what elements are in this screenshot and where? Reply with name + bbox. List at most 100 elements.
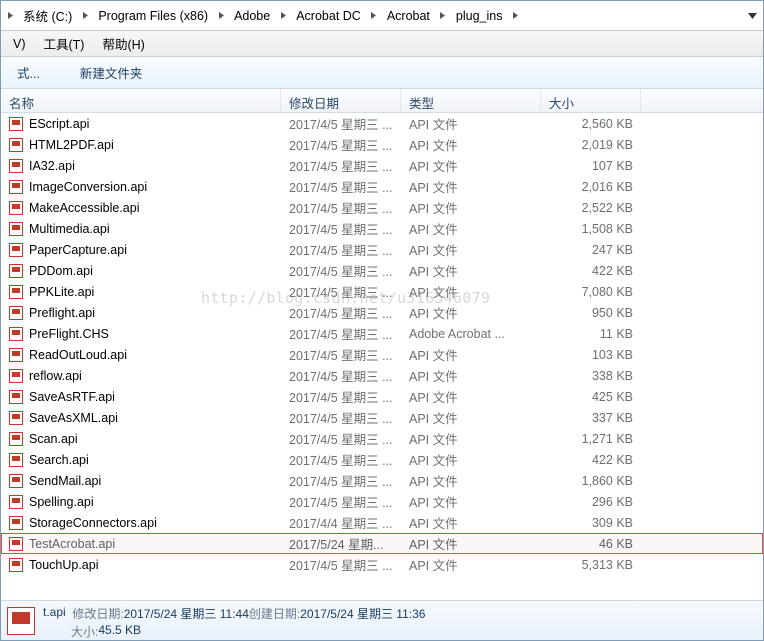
file-icon — [9, 495, 23, 509]
file-name-text: PaperCapture.api — [29, 243, 127, 257]
file-name-cell: TouchUp.api — [1, 556, 281, 574]
breadcrumb-chevron-icon[interactable] — [276, 1, 290, 30]
file-row[interactable]: Spelling.api2017/4/5 星期三 ...API 文件296 KB — [1, 491, 763, 512]
file-row[interactable]: StorageConnectors.api2017/4/4 星期三 ...API… — [1, 512, 763, 533]
file-type-cell: API 文件 — [401, 406, 541, 429]
file-row[interactable]: ImageConversion.api2017/4/5 星期三 ...API 文… — [1, 176, 763, 197]
file-size-cell: 2,019 KB — [541, 136, 641, 154]
file-modified-cell: 2017/4/5 星期三 ... — [281, 175, 401, 198]
file-name-text: Multimedia.api — [29, 222, 110, 236]
file-size-cell: 2,560 KB — [541, 115, 641, 133]
menu-tools[interactable]: 工具(T) — [36, 32, 93, 55]
file-modified-cell: 2017/4/5 星期三 ... — [281, 385, 401, 408]
file-row[interactable]: HTML2PDF.api2017/4/5 星期三 ...API 文件2,019 … — [1, 134, 763, 155]
file-name-text: PPKLite.api — [29, 285, 94, 299]
file-row[interactable]: ReadOutLoud.api2017/4/5 星期三 ...API 文件103… — [1, 344, 763, 365]
file-type-cell: API 文件 — [401, 490, 541, 513]
file-row[interactable]: EScript.api2017/4/5 星期三 ...API 文件2,560 K… — [1, 113, 763, 134]
file-row[interactable]: MakeAccessible.api2017/4/5 星期三 ...API 文件… — [1, 197, 763, 218]
file-type-cell: API 文件 — [401, 196, 541, 219]
file-row[interactable]: Preflight.api2017/4/5 星期三 ...API 文件950 K… — [1, 302, 763, 323]
file-icon — [9, 201, 23, 215]
file-name-text: ImageConversion.api — [29, 180, 147, 194]
menu-help[interactable]: 帮助(H) — [94, 32, 152, 55]
file-name-text: SaveAsRTF.api — [29, 390, 115, 404]
file-name-cell: HTML2PDF.api — [1, 136, 281, 154]
column-header-modified[interactable]: 修改日期 — [281, 89, 401, 112]
file-type-cell: API 文件 — [401, 154, 541, 177]
file-size-cell: 337 KB — [541, 409, 641, 427]
file-modified-cell: 2017/4/5 星期三 ... — [281, 343, 401, 366]
file-row[interactable]: TouchUp.api2017/4/5 星期三 ...API 文件5,313 K… — [1, 554, 763, 575]
file-name-cell: Multimedia.api — [1, 220, 281, 238]
file-name-text: TestAcrobat.api — [29, 537, 115, 551]
file-modified-cell: 2017/4/5 星期三 ... — [281, 427, 401, 450]
file-modified-cell: 2017/4/4 星期三 ... — [281, 511, 401, 534]
file-icon — [9, 537, 23, 551]
breadcrumb-segment[interactable]: 系统 (C:) — [17, 1, 78, 30]
file-row[interactable]: PreFlight.CHS2017/4/5 星期三 ...Adobe Acrob… — [1, 323, 763, 344]
file-icon — [9, 348, 23, 362]
file-row[interactable]: Scan.api2017/4/5 星期三 ...API 文件1,271 KB — [1, 428, 763, 449]
breadcrumb-segment[interactable]: Adobe — [228, 1, 276, 30]
explorer-window: 系统 (C:) Program Files (x86) Adobe Acrobat D… — [0, 0, 764, 641]
column-header-type[interactable]: 类型 — [401, 89, 541, 112]
breadcrumb-chevron-icon[interactable] — [214, 1, 228, 30]
breadcrumb-segment[interactable]: Acrobat — [381, 1, 436, 30]
file-size-cell: 1,271 KB — [541, 430, 641, 448]
file-row[interactable]: PDDom.api2017/4/5 星期三 ...API 文件422 KB — [1, 260, 763, 281]
organize-button[interactable]: 式... — [11, 60, 46, 85]
file-size-cell: 422 KB — [541, 262, 641, 280]
file-row[interactable]: Multimedia.api2017/4/5 星期三 ...API 文件1,50… — [1, 218, 763, 239]
file-size-cell: 107 KB — [541, 157, 641, 175]
file-row[interactable]: IA32.api2017/4/5 星期三 ...API 文件107 KB — [1, 155, 763, 176]
breadcrumb-chevron-icon[interactable] — [436, 1, 450, 30]
menu-view[interactable]: V) — [5, 35, 34, 53]
file-icon — [9, 390, 23, 404]
file-type-cell: API 文件 — [401, 280, 541, 303]
file-row[interactable]: SendMail.api2017/4/5 星期三 ...API 文件1,860 … — [1, 470, 763, 491]
breadcrumb-initial-chevron[interactable] — [3, 1, 17, 30]
file-icon — [9, 243, 23, 257]
file-type-cell: API 文件 — [401, 553, 541, 576]
file-name-cell: Scan.api — [1, 430, 281, 448]
file-icon — [9, 558, 23, 572]
file-type-cell: API 文件 — [401, 448, 541, 471]
file-row[interactable]: SaveAsRTF.api2017/4/5 星期三 ...API 文件425 K… — [1, 386, 763, 407]
column-header-size[interactable]: 大小 — [541, 89, 641, 112]
breadcrumb-chevron-icon[interactable] — [78, 1, 92, 30]
file-name-cell: IA32.api — [1, 157, 281, 175]
file-icon — [9, 474, 23, 488]
file-row[interactable]: PPKLite.api2017/4/5 星期三 ...API 文件7,080 K… — [1, 281, 763, 302]
column-header-name[interactable]: 名称 — [1, 89, 281, 112]
status-created-value: 2017/5/24 星期三 11:36 — [300, 605, 425, 622]
file-row[interactable]: SaveAsXML.api2017/4/5 星期三 ...API 文件337 K… — [1, 407, 763, 428]
breadcrumb-segment[interactable]: plug_ins — [450, 1, 509, 30]
file-name-cell: PDDom.api — [1, 262, 281, 280]
file-type-cell: API 文件 — [401, 343, 541, 366]
file-size-cell: 2,016 KB — [541, 178, 641, 196]
file-icon — [9, 222, 23, 236]
file-name-cell: MakeAccessible.api — [1, 199, 281, 217]
file-row[interactable]: reflow.api2017/4/5 星期三 ...API 文件338 KB — [1, 365, 763, 386]
breadcrumb-chevron-icon[interactable] — [509, 1, 523, 30]
file-icon — [9, 453, 23, 467]
file-icon — [9, 369, 23, 383]
file-size-cell: 425 KB — [541, 388, 641, 406]
file-list-pane[interactable]: 名称 修改日期 类型 大小 EScript.api2017/4/5 星期三 ..… — [1, 89, 763, 600]
file-row[interactable]: Search.api2017/4/5 星期三 ...API 文件422 KB — [1, 449, 763, 470]
breadcrumb-segment[interactable]: Program Files (x86) — [92, 1, 214, 30]
file-row[interactable]: TestAcrobat.api2017/5/24 星期...API 文件46 K… — [1, 533, 763, 554]
file-row[interactable]: PaperCapture.api2017/4/5 星期三 ...API 文件24… — [1, 239, 763, 260]
file-size-cell: 950 KB — [541, 304, 641, 322]
breadcrumb-chevron-icon[interactable] — [367, 1, 381, 30]
new-folder-button[interactable]: 新建文件夹 — [74, 60, 149, 85]
file-modified-cell: 2017/4/5 星期三 ... — [281, 280, 401, 303]
file-name-cell: reflow.api — [1, 367, 281, 385]
address-bar: 系统 (C:) Program Files (x86) Adobe Acrobat D… — [1, 1, 763, 31]
file-type-cell: API 文件 — [401, 112, 541, 135]
breadcrumb-segment[interactable]: Acrobat DC — [290, 1, 367, 30]
file-type-cell: API 文件 — [401, 469, 541, 492]
file-type-cell: API 文件 — [401, 301, 541, 324]
address-dropdown-icon[interactable] — [743, 1, 761, 30]
